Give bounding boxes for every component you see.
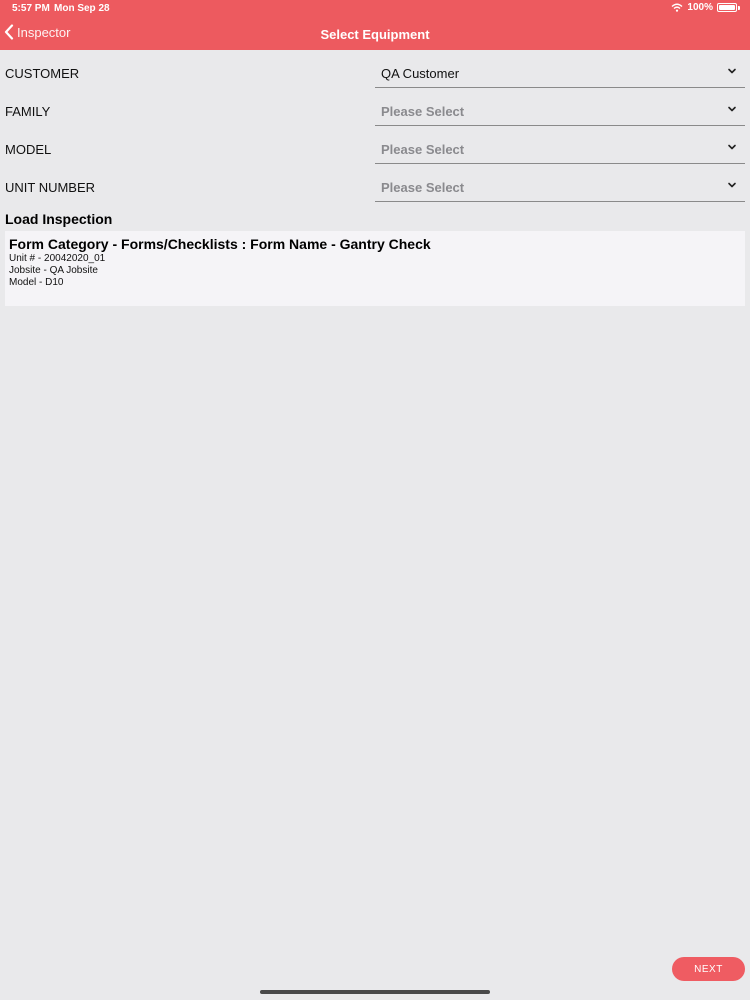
chevron-down-icon — [728, 106, 736, 112]
model-select[interactable]: Please Select — [375, 138, 745, 164]
battery-tip — [738, 5, 740, 10]
load-inspection-title: Load Inspection — [5, 211, 113, 227]
card-model: Model - D10 — [9, 277, 64, 288]
nav-bar: 5:57 PM Mon Sep 28 100% Inspector Select… — [0, 0, 750, 50]
page-title: Select Equipment — [320, 27, 430, 42]
customer-value: QA Customer — [381, 66, 460, 81]
customer-row: CUSTOMER QA Customer — [0, 50, 750, 88]
status-right: 100% — [671, 2, 740, 13]
unit-number-value: Please Select — [381, 180, 465, 195]
home-indicator[interactable] — [260, 990, 490, 994]
family-select[interactable]: Please Select — [375, 100, 745, 126]
wifi-icon — [671, 3, 683, 12]
family-value: Please Select — [381, 104, 465, 119]
model-value: Please Select — [381, 142, 465, 157]
next-button[interactable]: NEXT — [672, 957, 745, 981]
chevron-down-icon — [728, 182, 736, 188]
unit-number-row: UNIT NUMBER Please Select — [0, 164, 750, 202]
card-jobsite: Jobsite - QA Jobsite — [9, 265, 98, 276]
status-date: Mon Sep 28 — [54, 3, 110, 14]
unit-number-select[interactable]: Please Select — [375, 176, 745, 202]
model-label: MODEL — [5, 142, 52, 157]
battery-icon — [717, 3, 737, 12]
inspection-card[interactable]: Form Category - Forms/Checklists : Form … — [5, 231, 745, 306]
family-row: FAMILY Please Select — [0, 88, 750, 126]
family-label: FAMILY — [5, 104, 51, 119]
model-row: MODEL Please Select — [0, 126, 750, 164]
unit-number-label: UNIT NUMBER — [5, 180, 96, 195]
customer-label: CUSTOMER — [5, 66, 80, 81]
customer-select[interactable]: QA Customer — [375, 62, 745, 88]
chevron-down-icon — [728, 144, 736, 150]
card-title: Form Category - Forms/Checklists : Form … — [9, 236, 431, 252]
chevron-down-icon — [728, 68, 736, 74]
card-unit: Unit # - 20042020_01 — [9, 253, 106, 264]
status-time: 5:57 PM — [12, 3, 50, 14]
battery-percent: 100% — [687, 2, 713, 13]
